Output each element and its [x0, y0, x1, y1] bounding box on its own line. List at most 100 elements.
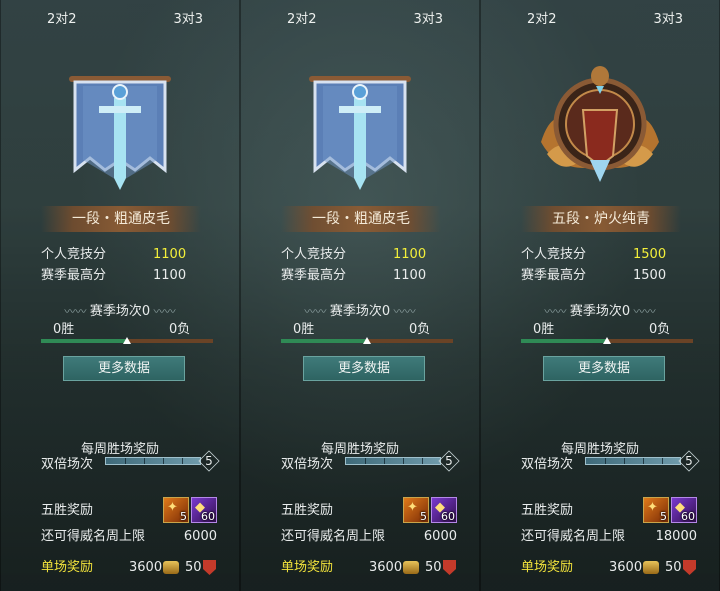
bar-segment [384, 458, 385, 464]
blue-sword-banner-icon [309, 76, 411, 190]
red-shield-icon [443, 560, 456, 575]
season-best-row: 赛季最高分 1100 [281, 267, 431, 285]
renown-cap-label: 还可得威名周上限 [281, 529, 386, 544]
five-win-label: 五胜奖励 [521, 503, 574, 518]
tab-2v2[interactable]: 2对2 [47, 0, 77, 44]
double-matches-label: 双倍场次 [521, 457, 574, 472]
single-other-value: 50 [185, 560, 202, 575]
season-best-value: 1100 [153, 268, 187, 283]
tab-2v2[interactable]: 2对2 [287, 0, 317, 44]
bar-segment [643, 458, 644, 464]
single-gold-value: 3600 [129, 560, 163, 575]
renown-cap-label: 还可得威名周上限 [41, 529, 146, 544]
season-best-row: 赛季最高分 1500 [521, 267, 671, 285]
item-count: 60 [441, 510, 455, 523]
bronze-winged-crest-icon [541, 66, 659, 182]
renown-cap-value: 6000 [183, 529, 217, 544]
single-match-reward-row: 单场奖励 3600 50 [281, 558, 457, 578]
item-count: 5 [180, 510, 187, 523]
five-win-items: ✦ 5 ◆ 60 [403, 497, 457, 523]
gold-ingot-icon [163, 561, 179, 574]
reward-item-gem-icon[interactable]: ◆ 60 [191, 497, 217, 523]
win-loss-bar [41, 337, 213, 344]
tab-3v3[interactable]: 3对3 [413, 0, 443, 44]
mode-tabs: 2对2 3对3 [1, 0, 239, 44]
personal-score-row: 个人竞技分 1500 [521, 246, 671, 264]
ornament-right-icon: 〰〰 [150, 305, 176, 318]
item-count: 60 [201, 510, 215, 523]
personal-score-label: 个人竞技分 [521, 247, 587, 262]
double-matches-label: 双倍场次 [41, 457, 94, 472]
ornament-left-icon: 〰〰 [544, 305, 570, 318]
season-matches-title: 〰〰 赛季场次0 〰〰 [481, 300, 719, 319]
double-matches-bar [585, 457, 681, 465]
reward-item-chest-icon[interactable]: ✦ 5 [643, 497, 669, 523]
personal-score-row: 个人竞技分 1100 [281, 246, 431, 264]
double-matches-label: 双倍场次 [281, 457, 334, 472]
renown-cap-value: 18000 [655, 529, 697, 544]
more-data-button[interactable]: 更多数据 [63, 356, 185, 381]
personal-score-value: 1100 [393, 247, 427, 262]
bar-segment [662, 458, 663, 464]
win-fill [521, 339, 607, 343]
losses-count: 0负 [169, 322, 191, 337]
renown-cap-value: 6000 [423, 529, 457, 544]
five-win-label: 五胜奖励 [41, 503, 94, 518]
reward-item-chest-icon[interactable]: ✦ 5 [403, 497, 429, 523]
single-reward-label: 单场奖励 [521, 560, 574, 575]
win-loss-bar [281, 337, 453, 344]
losses-count: 0负 [649, 322, 671, 337]
double-matches-bar [105, 457, 201, 465]
personal-score-value: 1100 [153, 247, 187, 262]
renown-cap-row: 还可得威名周上限 6000 [281, 527, 457, 547]
reward-item-gem-icon[interactable]: ◆ 60 [431, 497, 457, 523]
reward-item-gem-icon[interactable]: ◆ 60 [671, 497, 697, 523]
ornament-right-icon: 〰〰 [390, 305, 416, 318]
personal-score-label: 个人竞技分 [281, 247, 347, 262]
double-matches-count: 5 [439, 451, 459, 471]
mode-tabs: 2对2 3对3 [481, 0, 719, 44]
wins-count: 0胜 [53, 322, 75, 337]
single-reward-label: 单场奖励 [41, 560, 94, 575]
blue-sword-banner-icon [69, 76, 171, 190]
wins-count: 0胜 [293, 322, 315, 337]
ornament-left-icon: 〰〰 [304, 305, 330, 318]
tab-2v2[interactable]: 2对2 [527, 0, 557, 44]
gold-ingot-icon [643, 561, 659, 574]
losses-count: 0负 [409, 322, 431, 337]
single-match-reward-row: 单场奖励 3600 50 [521, 558, 697, 578]
item-count: 5 [420, 510, 427, 523]
ratio-marker-icon [363, 337, 371, 344]
bar-segment [624, 458, 625, 464]
ratio-marker-icon [603, 337, 611, 344]
season-matches-title: 〰〰 赛季场次0 〰〰 [241, 300, 479, 319]
more-data-button[interactable]: 更多数据 [303, 356, 425, 381]
single-match-reward-row: 单场奖励 3600 50 [41, 558, 217, 578]
tab-3v3[interactable]: 3对3 [653, 0, 683, 44]
win-fill [281, 339, 367, 343]
single-gold-value: 3600 [369, 560, 403, 575]
item-count: 60 [681, 510, 695, 523]
renown-cap-row: 还可得威名周上限 6000 [41, 527, 217, 547]
bar-segment [403, 458, 404, 464]
reward-item-chest-icon[interactable]: ✦ 5 [163, 497, 189, 523]
renown-cap-label: 还可得威名周上限 [521, 529, 626, 544]
season-matches-label: 赛季场次0 [569, 304, 631, 319]
bar-segment [365, 458, 366, 464]
rank-title: 一段・粗通皮毛 [281, 206, 441, 232]
season-best-value: 1500 [633, 268, 667, 283]
more-data-button[interactable]: 更多数据 [543, 356, 665, 381]
season-best-label: 赛季最高分 [521, 268, 587, 283]
season-matches-label: 赛季场次0 [329, 304, 391, 319]
wins-count: 0胜 [533, 322, 555, 337]
tab-3v3[interactable]: 3对3 [173, 0, 203, 44]
red-shield-icon [203, 560, 216, 575]
single-gold-value: 3600 [609, 560, 643, 575]
ratio-marker-icon [123, 337, 131, 344]
gold-ingot-icon [403, 561, 419, 574]
bar-segment [125, 458, 126, 464]
single-other-value: 50 [665, 560, 682, 575]
arena-panel-3: 2对2 3对3 一段・粗通皮毛 个人竞技分 1100 赛季最高分 1100 〰〰… [0, 0, 240, 591]
single-reward-label: 单场奖励 [281, 560, 334, 575]
bar-segment [182, 458, 183, 464]
